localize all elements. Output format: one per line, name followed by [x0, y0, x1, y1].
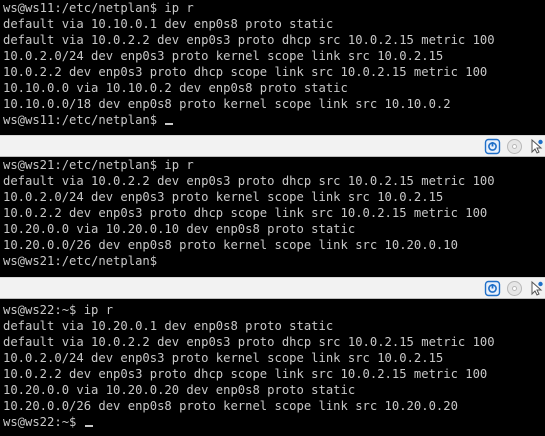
terminal-prompt-line[interactable]: ws@ws22:~$ — [0, 414, 545, 430]
terminal-line: 10.20.0.0 via 10.20.0.10 dev enp0s8 prot… — [3, 222, 356, 236]
terminal-line: 10.0.2.0/24 dev enp0s3 proto kernel scop… — [3, 49, 444, 63]
network-adapter-icon[interactable] — [484, 280, 501, 297]
text-cursor — [165, 123, 174, 125]
terminal-line: default via 10.0.2.2 dev enp0s3 proto dh… — [3, 33, 495, 47]
terminal-prompt-line[interactable]: ws@ws21:/etc/netplan$ — [0, 253, 545, 269]
terminal-ws22[interactable]: ws@ws22:~$ ip r default via 10.20.0.1 de… — [0, 302, 545, 436]
terminal-line: 10.0.2.2 dev enp0s3 proto dhcp scope lin… — [3, 65, 488, 79]
mouse-integration-icon[interactable] — [528, 138, 545, 155]
terminal-line: ws@ws11:/etc/netplan$ ip r — [3, 1, 194, 15]
terminal-line: default via 10.0.2.2 dev enp0s3 proto dh… — [3, 335, 495, 349]
mouse-integration-icon[interactable] — [528, 280, 545, 297]
optical-drive-icon[interactable] — [506, 280, 523, 297]
terminal-line: 10.0.2.2 dev enp0s3 proto dhcp scope lin… — [3, 206, 488, 220]
vm-statusbar — [0, 277, 545, 299]
terminal-line: 10.0.2.2 dev enp0s3 proto dhcp scope lin… — [3, 367, 488, 381]
status-icons — [484, 137, 545, 156]
network-adapter-icon[interactable] — [484, 138, 501, 155]
terminal-line: default via 10.10.0.1 dev enp0s8 proto s… — [3, 17, 334, 31]
terminal-prompt-line[interactable]: ws@ws11:/etc/netplan$ — [0, 112, 545, 128]
terminal-line: 10.20.0.0/26 dev enp0s8 proto kernel sco… — [3, 238, 458, 252]
vm-screens: ws@ws11:/etc/netplan$ ip r default via 1… — [0, 0, 545, 436]
status-icons — [484, 279, 545, 298]
terminal-line: 10.20.0.0/26 dev enp0s8 proto kernel sco… — [3, 399, 458, 413]
terminal-line: default via 10.20.0.1 dev enp0s8 proto s… — [3, 319, 334, 333]
vm-statusbar — [0, 135, 545, 157]
terminal-line: 10.10.0.0 via 10.10.0.2 dev enp0s8 proto… — [3, 81, 348, 95]
terminal-line: ws@ws21:/etc/netplan$ ip r — [3, 158, 194, 172]
terminal-line: 10.0.2.0/24 dev enp0s3 proto kernel scop… — [3, 190, 444, 204]
terminal-prompt: ws@ws11:/etc/netplan$ — [3, 113, 165, 127]
terminal-line: ws@ws22:~$ ip r — [3, 303, 114, 317]
text-cursor — [84, 425, 93, 427]
optical-drive-icon[interactable] — [506, 138, 523, 155]
terminal-line: 10.20.0.0 via 10.20.0.20 dev enp0s8 prot… — [3, 383, 356, 397]
terminal-line: 10.0.2.0/24 dev enp0s3 proto kernel scop… — [3, 351, 444, 365]
terminal-line: default via 10.0.2.2 dev enp0s3 proto dh… — [3, 174, 495, 188]
terminal-prompt: ws@ws22:~$ — [3, 415, 84, 429]
terminal-line: 10.10.0.0/18 dev enp0s8 proto kernel sco… — [3, 97, 451, 111]
terminal-ws11[interactable]: ws@ws11:/etc/netplan$ ip r default via 1… — [0, 0, 545, 134]
terminal-ws21[interactable]: ws@ws21:/etc/netplan$ ip r default via 1… — [0, 157, 545, 272]
